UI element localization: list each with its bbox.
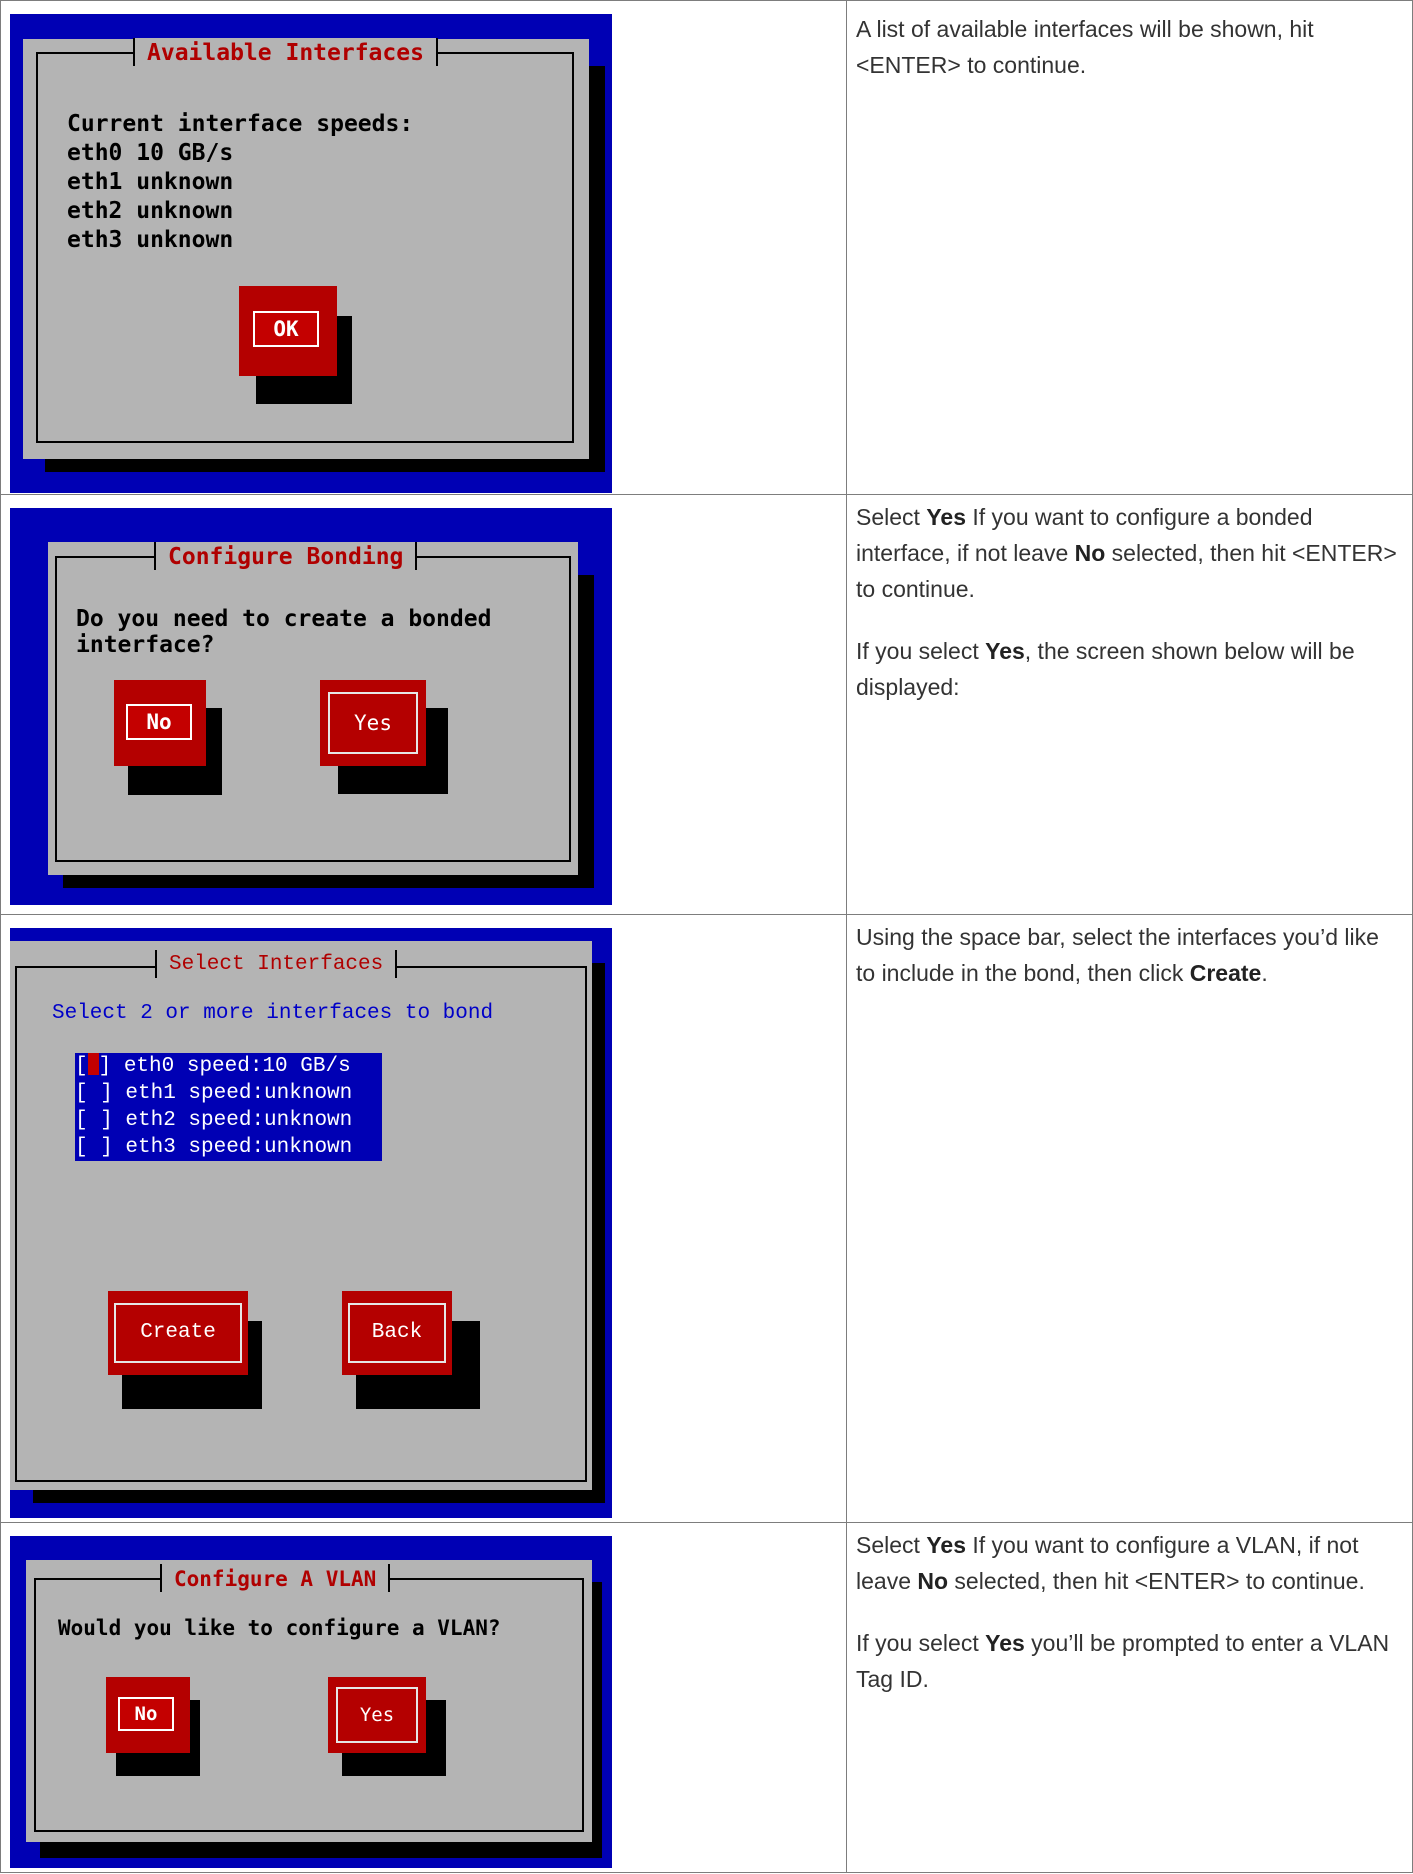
interface-label: eth3 speed:unknown — [125, 1136, 353, 1159]
interface-label: eth2 speed:unknown — [125, 1109, 353, 1132]
screenshot-cell: Configure Bonding Do you need to create … — [0, 494, 847, 915]
dialog-configure-bonding: Configure Bonding Do you need to create … — [48, 542, 578, 875]
description-cell: Select Yes If you want to configure a VL… — [846, 1522, 1413, 1873]
table-row: Configure A VLAN Would you like to confi… — [0, 1522, 1413, 1873]
table-row: Configure Bonding Do you need to create … — [0, 494, 1413, 915]
terminal-screenshot-select-interfaces: Select Interfaces Select 2 or more inter… — [10, 928, 612, 1518]
yes-button-label: Yes — [336, 1687, 418, 1743]
create-button-label: Create — [114, 1303, 242, 1363]
bond-question-line1: Do you need to create a bonded — [76, 606, 492, 632]
screenshot-cell: Select Interfaces Select 2 or more inter… — [0, 914, 847, 1523]
interface-option[interactable]: [ ] eth3 speed:unknown — [75, 1134, 382, 1161]
yes-button-label: Yes — [328, 692, 418, 754]
terminal-screenshot-configure-bonding: Configure Bonding Do you need to create … — [10, 508, 612, 905]
description-cell: A list of available interfaces will be s… — [846, 0, 1413, 495]
checkbox: [ ] — [75, 1082, 113, 1105]
ok-button-label: OK — [253, 311, 319, 347]
description-paragraph-1: Select Yes If you want to configure a bo… — [856, 504, 1397, 602]
vlan-question: Would you like to configure a VLAN? — [58, 1616, 501, 1640]
description-paragraph-2: If you select Yes, the screen shown belo… — [856, 638, 1355, 700]
terminal-screenshot-configure-vlan: Configure A VLAN Would you like to confi… — [10, 1536, 612, 1868]
interface-label: eth0 speed:10 GB/s — [123, 1055, 351, 1078]
description-cell: Select Yes If you want to configure a bo… — [846, 494, 1413, 915]
interface-option[interactable]: [] eth0 speed:10 GB/s — [75, 1053, 382, 1080]
checkbox: [ ] — [75, 1136, 113, 1159]
interface-line: eth0 10 GB/s — [67, 140, 234, 166]
back-button[interactable]: Back — [342, 1291, 452, 1375]
terminal-screenshot-available-interfaces: Available Interfaces Current interface s… — [10, 14, 612, 493]
yes-button[interactable]: Yes — [320, 680, 426, 766]
dialog-title: Configure Bonding — [154, 542, 418, 572]
speeds-heading: Current interface speeds: — [67, 111, 414, 137]
dialog-title: Select Interfaces — [155, 950, 398, 980]
no-button[interactable]: No — [114, 680, 206, 766]
cursor — [87, 1053, 99, 1075]
description-paragraph-2: If you select Yes you’ll be prompted to … — [856, 1630, 1390, 1692]
ok-button[interactable]: OK — [239, 286, 337, 376]
interface-option[interactable]: [ ] eth2 speed:unknown — [75, 1107, 382, 1134]
create-button[interactable]: Create — [108, 1291, 248, 1375]
table-row: Select Interfaces Select 2 or more inter… — [0, 914, 1413, 1523]
dialog-available-interfaces: Available Interfaces Current interface s… — [23, 38, 589, 459]
bond-question-line2: interface? — [76, 632, 215, 658]
interface-line: eth2 unknown — [67, 198, 234, 224]
dialog-title: Configure A VLAN — [160, 1564, 391, 1594]
checkbox: [ ] — [75, 1109, 113, 1132]
no-button[interactable]: No — [106, 1677, 190, 1753]
back-button-label: Back — [348, 1303, 446, 1363]
screenshot-cell: Configure A VLAN Would you like to confi… — [0, 1522, 847, 1873]
interface-label: eth1 speed:unknown — [125, 1082, 353, 1105]
description-cell: Using the space bar, select the interfac… — [846, 914, 1413, 1523]
description-text: A list of available interfaces will be s… — [856, 16, 1314, 78]
description-paragraph-1: Select Yes If you want to configure a VL… — [856, 1532, 1365, 1594]
no-button-label: No — [126, 704, 192, 740]
interface-line: eth1 unknown — [67, 169, 234, 195]
checkbox-close: ] — [98, 1055, 124, 1078]
dialog-select-interfaces: Select Interfaces Select 2 or more inter… — [10, 941, 592, 1490]
description-paragraph-1: Using the space bar, select the interfac… — [856, 924, 1379, 986]
table-row: Available Interfaces Current interface s… — [0, 0, 1413, 495]
interface-option[interactable]: [ ] eth1 speed:unknown — [75, 1080, 382, 1107]
interface-line: eth3 unknown — [67, 227, 234, 253]
instructions-table: Available Interfaces Current interface s… — [0, 0, 1413, 1873]
select-instruction: Select 2 or more interfaces to bond — [52, 1002, 494, 1025]
dialog-title: Available Interfaces — [133, 38, 438, 68]
no-button-label: No — [118, 1697, 174, 1731]
checkbox-open: [ — [75, 1055, 88, 1078]
dialog-configure-vlan: Configure A VLAN Would you like to confi… — [26, 1560, 592, 1842]
yes-button[interactable]: Yes — [328, 1677, 426, 1753]
screenshot-cell: Available Interfaces Current interface s… — [0, 0, 847, 495]
